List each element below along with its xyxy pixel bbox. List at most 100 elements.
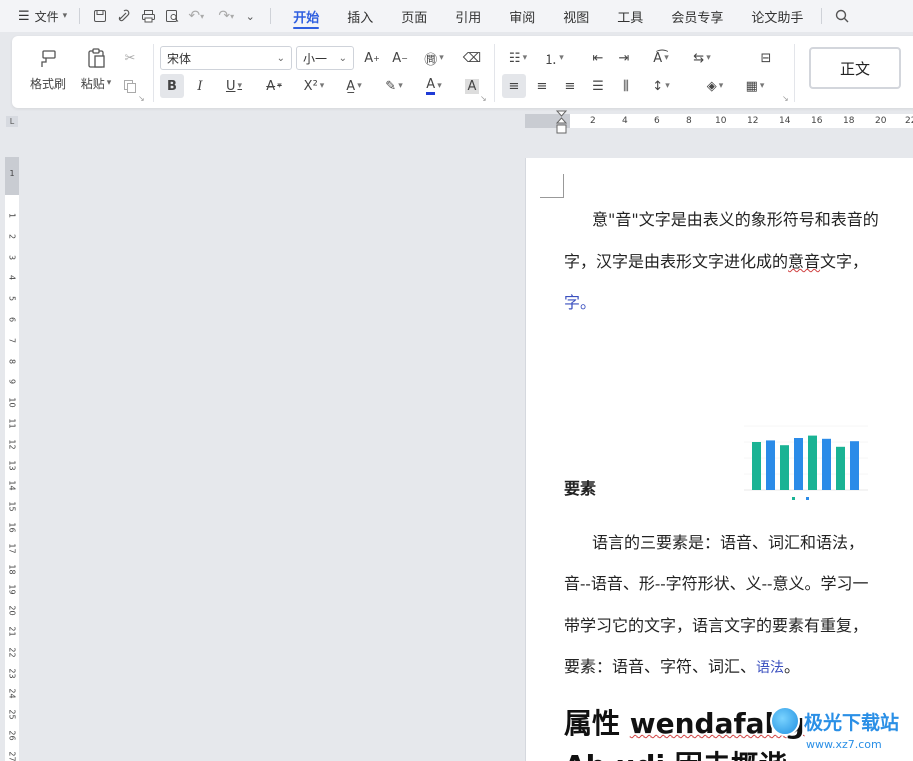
print-preview-icon[interactable] xyxy=(160,4,184,28)
ruler-tick: 2 xyxy=(7,233,17,239)
decrease-font-size-icon[interactable]: A − xyxy=(388,46,412,70)
font-name-select[interactable]: 宋体 ⌄ xyxy=(160,46,292,70)
text-direction-icon[interactable]: A͡ xyxy=(644,46,678,70)
customize-quick-access-icon[interactable]: ⌄ xyxy=(238,4,262,28)
ruler-tick: 23 xyxy=(7,668,17,679)
divider xyxy=(821,8,823,24)
ruler-tick: 4 xyxy=(622,116,628,126)
sort-icon[interactable]: ⇆ xyxy=(686,46,718,70)
ruler-tick: 15 xyxy=(7,501,17,512)
tab-insert[interactable]: 插入 xyxy=(333,0,387,32)
justify-icon[interactable]: ☰ xyxy=(586,74,610,98)
underline-icon[interactable]: U xyxy=(216,74,252,98)
ruler-tick: 8 xyxy=(7,358,17,364)
tab-view[interactable]: 视图 xyxy=(549,0,603,32)
decrease-indent-icon[interactable]: ⇤ xyxy=(586,46,610,70)
increase-font-size-icon[interactable]: A + xyxy=(360,46,384,70)
increase-indent-icon[interactable]: ⇥ xyxy=(612,46,636,70)
ruler-tick: 19 xyxy=(7,584,17,595)
ruler-tick: 12 xyxy=(747,116,759,126)
borders-icon[interactable]: ▦ xyxy=(738,74,772,98)
tab-references[interactable]: 引用 xyxy=(441,0,495,32)
watermark-title: 极光下载站 xyxy=(804,711,900,734)
text-span: 语法 xyxy=(756,660,785,676)
paragraph-dialog-launcher-icon[interactable]: ↘ xyxy=(782,94,789,103)
search-icon[interactable] xyxy=(830,4,854,28)
phonetic-guide-icon[interactable]: ㉄ xyxy=(416,46,452,70)
paste-button[interactable]: 粘贴 ▾ xyxy=(74,44,118,94)
distributed-align-icon[interactable]: ⫼ xyxy=(614,74,638,98)
italic-icon[interactable]: I xyxy=(188,74,212,98)
ruler-tick: 1 xyxy=(7,212,17,219)
chart-bar xyxy=(766,440,775,490)
ruler-tick: 5 xyxy=(7,296,17,302)
format-painter-button[interactable]: 格式刷 xyxy=(26,44,70,94)
paragraph-line: 意"音"文字是由表义的象形符号和表音的 xyxy=(592,210,879,229)
indent-marker-icon[interactable] xyxy=(555,110,568,136)
line-spacing-icon[interactable]: ↕ xyxy=(644,74,678,98)
print-icon[interactable] xyxy=(136,4,160,28)
align-left-icon[interactable]: ≡ xyxy=(502,74,526,98)
divider xyxy=(270,8,272,24)
ruler-tick: 14 xyxy=(779,116,791,126)
text-span: 属性 xyxy=(564,707,630,740)
ruler-tick: 14 xyxy=(7,480,17,491)
bold-icon[interactable]: B xyxy=(160,74,184,98)
numbering-icon[interactable]: ⒈ xyxy=(538,46,570,70)
style-normal[interactable]: 正文 xyxy=(809,47,901,89)
ruler-tick: 10 xyxy=(715,116,727,126)
divider xyxy=(153,44,154,102)
paste-label: 粘贴 xyxy=(80,76,105,91)
superscript-icon[interactable]: X² xyxy=(296,74,332,98)
tab-membership[interactable]: 会员专享 xyxy=(657,0,737,32)
vertical-ruler[interactable]: 1 2 3 4 5 6 7 8 9 10 11 12 13 14 15 16 17 18 19 20 21 22 23 24 2… xyxy=(5,157,19,761)
clipboard-icon xyxy=(85,47,107,75)
cloud-sync-icon[interactable] xyxy=(112,4,136,28)
tab-paper-assistant[interactable]: 论文助手 xyxy=(737,0,817,32)
text-effect-icon[interactable]: A̲ xyxy=(336,74,372,98)
strikethrough-icon[interactable]: A xyxy=(256,74,292,98)
shading-icon[interactable]: ◈ xyxy=(698,74,732,98)
align-right-icon[interactable]: ≡ xyxy=(558,74,582,98)
show-marks-icon[interactable]: ⊟ xyxy=(754,46,778,70)
ruler-tick: 27 xyxy=(7,751,17,761)
margin-corner-mark xyxy=(540,174,564,198)
heading-elements: 要素 xyxy=(564,479,597,498)
divider xyxy=(494,44,495,102)
chevron-down-icon: ⌄ xyxy=(338,52,347,64)
cut-icon[interactable]: ✂ xyxy=(118,46,142,70)
file-menu[interactable]: ☰ 文件 ▾ xyxy=(18,0,67,32)
save-icon[interactable] xyxy=(88,4,112,28)
ruler-tick: 18 xyxy=(7,564,17,575)
document-page[interactable]: 意"音"文字是由表义的象形符号和表音的 字，汉字是由表形文字进化成的意音文字， … xyxy=(525,158,913,761)
font-dialog-launcher-icon[interactable]: ↘ xyxy=(480,94,487,103)
font-color-icon[interactable]: A xyxy=(416,74,452,98)
chart-bar xyxy=(850,441,859,490)
ruler-tick: 13 xyxy=(7,460,17,471)
horizontal-ruler[interactable]: 2 4 6 8 10 12 14 16 18 20 22 xyxy=(525,114,913,128)
chart-bar xyxy=(794,438,803,490)
align-center-icon[interactable]: ≡ xyxy=(530,74,554,98)
ruler-tick: 9 xyxy=(7,379,17,385)
tab-tools[interactable]: 工具 xyxy=(603,0,657,32)
tab-page[interactable]: 页面 xyxy=(387,0,441,32)
ruler-tick: 4 xyxy=(7,275,17,281)
redo-icon[interactable]: ↷ ▾ xyxy=(214,4,238,28)
ruler-tick: 25 xyxy=(7,709,17,720)
highlight-icon[interactable]: ✎ xyxy=(376,74,412,98)
tab-stop-selector[interactable]: L xyxy=(6,116,18,127)
paragraph-line: 音--语音、形--字符形状、义--意义。学习一 xyxy=(564,574,869,593)
clear-formatting-icon[interactable]: ⌫ xyxy=(460,46,484,70)
bullets-icon[interactable]: ☷ xyxy=(502,46,534,70)
paste-label-wrap: 粘贴 ▾ xyxy=(81,75,112,92)
heading-attributes: 属性 wendafahg xyxy=(564,702,805,742)
undo-icon[interactable]: ↶ ▾ xyxy=(184,4,208,28)
clipboard-dialog-launcher-icon[interactable]: ↘ xyxy=(138,94,145,103)
chart-bar xyxy=(780,445,789,490)
tab-home[interactable]: 开始 xyxy=(279,0,333,32)
tab-review[interactable]: 审阅 xyxy=(495,0,549,32)
font-size-select[interactable]: 小一 ⌄ xyxy=(296,46,354,70)
heading-line: Ab udj 因去概谐 xyxy=(564,744,787,761)
ruler-tick: 20 xyxy=(7,605,17,616)
embedded-bar-chart[interactable] xyxy=(740,420,870,502)
